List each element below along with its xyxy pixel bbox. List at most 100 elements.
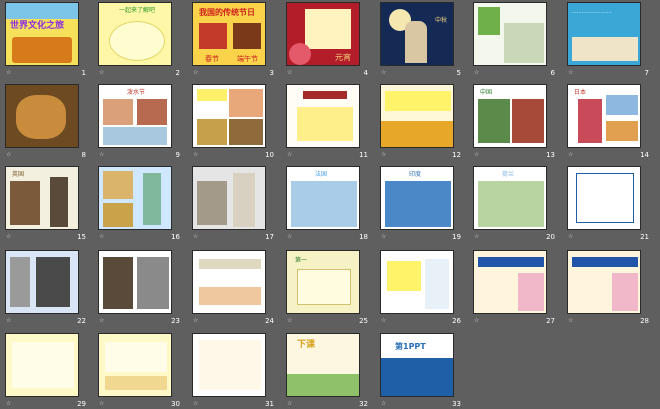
- star-icon: ☆: [474, 69, 480, 76]
- slide-number: 1: [81, 69, 86, 77]
- slide-subtitle: 端午节: [237, 55, 258, 63]
- slide-number: 27: [546, 317, 555, 325]
- star-icon: ☆: [381, 233, 387, 240]
- star-icon: ☆: [568, 317, 574, 324]
- star-icon: ☆: [287, 69, 293, 76]
- slide-label: 我国的传统节日: [199, 8, 255, 17]
- slide-thumbnail-7[interactable]: .........................: [567, 2, 641, 66]
- slide-title: 世界文化之旅: [10, 21, 65, 31]
- star-icon: ☆: [193, 151, 199, 158]
- slide-thumbnail-14[interactable]: 日本: [567, 84, 641, 148]
- star-icon: ☆: [474, 151, 480, 158]
- slide-thumbnail-12[interactable]: [380, 84, 454, 148]
- slide-thumbnail-6[interactable]: [473, 2, 547, 66]
- slide-title: 第一: [295, 257, 308, 264]
- slide-thumbnail-28[interactable]: [567, 250, 641, 314]
- slide-thumbnail-19[interactable]: 印度: [380, 166, 454, 230]
- star-icon: ☆: [287, 400, 293, 407]
- slide-number: 25: [359, 317, 368, 325]
- star-icon: ☆: [193, 69, 199, 76]
- slide-thumbnail-30[interactable]: [98, 333, 172, 397]
- slide-thumbnail-2[interactable]: 一起来了解吧: [98, 2, 172, 66]
- slide-number: 11: [359, 151, 368, 159]
- star-icon: ☆: [287, 233, 293, 240]
- slide-number: 31: [265, 400, 274, 408]
- slide-number: 15: [77, 233, 86, 241]
- slide-number: 20: [546, 233, 555, 241]
- star-icon: ☆: [381, 317, 387, 324]
- slide-title: 元宵: [335, 53, 351, 62]
- slide-thumbnail-33[interactable]: 第1PPT: [380, 333, 454, 397]
- slide-thumbnail-13[interactable]: 中国: [473, 84, 547, 148]
- star-icon: ☆: [381, 400, 387, 407]
- star-icon: ☆: [568, 233, 574, 240]
- slide-number: 16: [171, 233, 180, 241]
- star-icon: ☆: [474, 317, 480, 324]
- slide-thumbnail-1[interactable]: 世界文化之旅: [5, 2, 79, 66]
- slide-title: 下课: [297, 340, 316, 350]
- slide-title: 春节: [205, 55, 219, 63]
- slide-thumbnail-29[interactable]: [5, 333, 79, 397]
- star-icon: ☆: [6, 400, 12, 407]
- slide-thumbnail-24[interactable]: [192, 250, 266, 314]
- star-icon: ☆: [193, 400, 199, 407]
- slide-thumbnail-27[interactable]: [473, 250, 547, 314]
- star-icon: ☆: [6, 151, 12, 158]
- slide-title: 英国: [12, 171, 25, 178]
- star-icon: ☆: [99, 151, 105, 158]
- star-icon: ☆: [568, 69, 574, 76]
- slide-thumbnail-4[interactable]: 元宵: [286, 2, 360, 66]
- slide-thumbnail-11[interactable]: [286, 84, 360, 148]
- slide-number: 6: [550, 69, 555, 77]
- star-icon: ☆: [287, 151, 293, 158]
- slide-thumbnail-20[interactable]: 荷兰: [473, 166, 547, 230]
- slide-number: 32: [359, 400, 368, 408]
- slide-thumbnail-9[interactable]: 泼水节: [98, 84, 172, 148]
- slide-thumbnail-15[interactable]: 英国: [5, 166, 79, 230]
- slide-thumbnail-32[interactable]: 下课: [286, 333, 360, 397]
- slide-number: 22: [77, 317, 86, 325]
- slide-thumbnail-8[interactable]: [5, 84, 79, 148]
- slide-number: 14: [640, 151, 649, 159]
- star-icon: ☆: [381, 69, 387, 76]
- slide-title: 荷兰: [502, 171, 515, 178]
- slide-number: 3: [269, 69, 274, 77]
- slide-number: 21: [640, 233, 649, 241]
- slide-number: 19: [452, 233, 461, 241]
- star-icon: ☆: [6, 317, 12, 324]
- star-icon: ☆: [6, 69, 12, 76]
- slide-thumbnail-26[interactable]: [380, 250, 454, 314]
- slide-thumbnail-22[interactable]: [5, 250, 79, 314]
- slide-number: 13: [546, 151, 555, 159]
- slide-thumbnail-5[interactable]: 中秋: [380, 2, 454, 66]
- slide-number: 9: [175, 151, 180, 159]
- slide-number: 30: [171, 400, 180, 408]
- star-icon: ☆: [287, 317, 293, 324]
- slide-number: 26: [452, 317, 461, 325]
- slide-thumbnail-16[interactable]: [98, 166, 172, 230]
- star-icon: ☆: [6, 233, 12, 240]
- star-icon: ☆: [99, 400, 105, 407]
- slide-number: 7: [644, 69, 649, 77]
- star-icon: ☆: [193, 233, 199, 240]
- slide-number: 28: [640, 317, 649, 325]
- star-icon: ☆: [474, 233, 480, 240]
- slide-number: 17: [265, 233, 274, 241]
- star-icon: ☆: [99, 317, 105, 324]
- slide-thumbnail-3[interactable]: 我国的传统节日 春节 端午节: [192, 2, 266, 66]
- slide-thumbnail-23[interactable]: [98, 250, 172, 314]
- slide-title: 第1PPT: [395, 342, 426, 351]
- slide-thumbnail-21[interactable]: [567, 166, 641, 230]
- star-icon: ☆: [99, 233, 105, 240]
- slide-thumbnail-31[interactable]: [192, 333, 266, 397]
- slide-number: 29: [77, 400, 86, 408]
- slide-thumbnail-17[interactable]: [192, 166, 266, 230]
- slide-thumbnail-10[interactable]: [192, 84, 266, 148]
- star-icon: ☆: [381, 151, 387, 158]
- star-icon: ☆: [99, 69, 105, 76]
- slide-thumbnail-18[interactable]: 法国: [286, 166, 360, 230]
- slide-number: 23: [171, 317, 180, 325]
- slide-thumbnail-25[interactable]: 第一: [286, 250, 360, 314]
- slide-title: 一起来了解吧: [119, 7, 156, 14]
- slide-number: 10: [265, 151, 274, 159]
